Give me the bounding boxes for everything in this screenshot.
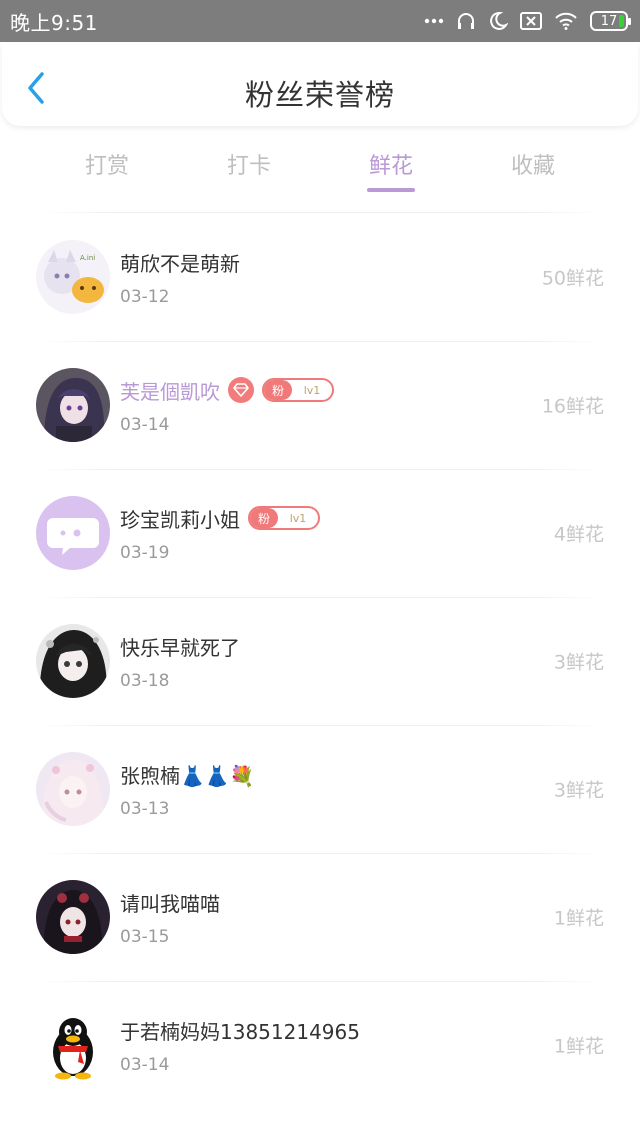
- fan-name: 萌欣不是萌新: [120, 251, 240, 276]
- avatar[interactable]: [36, 1008, 110, 1082]
- moon-icon: [488, 11, 508, 31]
- diamond-icon: [228, 377, 254, 403]
- avatar[interactable]: [36, 752, 110, 826]
- status-icons: 17: [424, 11, 631, 31]
- status-time: 晚上9:51: [10, 10, 98, 35]
- avatar[interactable]: [36, 496, 110, 570]
- sim-x-icon: [520, 12, 542, 30]
- headphones-icon: [456, 11, 476, 31]
- list-item[interactable]: 珍宝凯莉小姐 粉 lv1 03-19 4鲜花: [0, 469, 640, 597]
- fan-list: A.ini 萌欣不是萌新 03-12 50鲜花 芙是個凱吹 粉 lv1 03-1…: [0, 213, 640, 1109]
- avatar[interactable]: A.ini: [36, 240, 110, 314]
- fan-level-badge: 粉 lv1: [262, 378, 334, 402]
- dots-icon: [424, 18, 444, 24]
- flower-count: 4鲜花: [553, 523, 604, 546]
- wifi-icon: [554, 12, 578, 30]
- list-item[interactable]: 快乐早就死了 03-18 3鲜花: [0, 597, 640, 725]
- battery-level: 17: [600, 13, 618, 29]
- top-bar: 粉丝荣誉榜: [2, 44, 638, 126]
- flower-count: 3鲜花: [553, 779, 604, 802]
- flower-count: 50鲜花: [541, 267, 604, 290]
- list-item[interactable]: 张煦楠👗👗💐 03-13 3鲜花: [0, 725, 640, 853]
- fan-level-badge: 粉 lv1: [248, 506, 320, 530]
- svg-text:A.ini: A.ini: [80, 254, 95, 262]
- fan-name: 张煦楠👗👗💐: [120, 763, 255, 788]
- flower-count: 1鲜花: [553, 1035, 604, 1058]
- fan-name: 芙是個凱吹: [120, 379, 220, 404]
- fan-name: 快乐早就死了: [120, 635, 240, 660]
- tab-bar: 打赏 打卡 鲜花 收藏: [36, 140, 604, 196]
- tab-favorites[interactable]: 收藏: [462, 140, 604, 196]
- list-item[interactable]: A.ini 萌欣不是萌新 03-12 50鲜花: [0, 213, 640, 341]
- status-bar: 晚上9:51 17: [0, 0, 640, 42]
- fan-name: 珍宝凯莉小姐: [120, 507, 240, 532]
- tab-reward[interactable]: 打赏: [36, 140, 178, 196]
- tab-checkin[interactable]: 打卡: [178, 140, 320, 196]
- tab-flowers[interactable]: 鲜花: [320, 140, 462, 196]
- avatar[interactable]: [36, 880, 110, 954]
- fan-name: 请叫我喵喵: [120, 891, 220, 916]
- list-item[interactable]: 于若楠妈妈13851214965 03-14 1鲜花: [0, 981, 640, 1109]
- page-title: 粉丝荣誉榜: [244, 78, 395, 112]
- battery-icon: 17: [590, 11, 631, 31]
- avatar[interactable]: [36, 368, 110, 442]
- flower-count: 1鲜花: [553, 907, 604, 930]
- flower-count: 16鲜花: [541, 395, 604, 418]
- list-item[interactable]: 芙是個凱吹 粉 lv1 03-14 16鲜花: [0, 341, 640, 469]
- flower-count: 3鲜花: [553, 651, 604, 674]
- list-item[interactable]: 请叫我喵喵 03-15 1鲜花: [0, 853, 640, 981]
- avatar[interactable]: [36, 624, 110, 698]
- qq-penguin-icon: [36, 1008, 110, 1082]
- fan-name: 于若楠妈妈13851214965: [120, 1019, 360, 1044]
